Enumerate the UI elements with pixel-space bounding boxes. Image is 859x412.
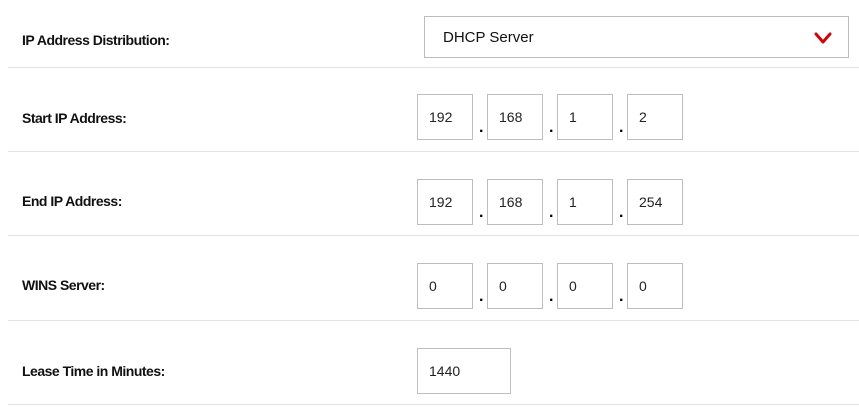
- start-ip-octet-4[interactable]: [627, 94, 683, 140]
- lease-time-label: Lease Time in Minutes:: [22, 363, 165, 379]
- ip-distribution-select[interactable]: DHCP Server: [424, 16, 849, 58]
- end-ip-label: End IP Address:: [22, 193, 122, 209]
- start-ip-octet-1[interactable]: [417, 94, 473, 140]
- wins-server-octet-2[interactable]: [487, 263, 543, 309]
- ip-distribution-row: IP Address Distribution: DHCP Server: [8, 0, 859, 68]
- octet-separator: .: [549, 204, 554, 221]
- lease-time-row: Lease Time in Minutes:: [8, 320, 859, 405]
- start-ip-row: Start IP Address: . . .: [8, 67, 859, 152]
- wins-server-octet-1[interactable]: [417, 263, 473, 309]
- octet-separator: .: [619, 288, 624, 305]
- chevron-down-icon[interactable]: [812, 27, 834, 49]
- octet-separator: .: [549, 288, 554, 305]
- ip-distribution-selected-value: DHCP Server: [443, 29, 534, 46]
- wins-server-octet-4[interactable]: [627, 263, 683, 309]
- wins-server-octet-3[interactable]: [557, 263, 613, 309]
- end-ip-octet-4[interactable]: [627, 179, 683, 225]
- end-ip-octet-3[interactable]: [557, 179, 613, 225]
- end-ip-octet-2[interactable]: [487, 179, 543, 225]
- lease-time-input[interactable]: [417, 348, 511, 394]
- end-ip-octet-1[interactable]: [417, 179, 473, 225]
- octet-separator: .: [479, 204, 484, 221]
- wins-server-label: WINS Server:: [22, 277, 105, 293]
- octet-separator: .: [479, 119, 484, 136]
- octet-separator: .: [549, 119, 554, 136]
- wins-server-row: WINS Server: . . .: [8, 235, 859, 321]
- octet-separator: .: [479, 288, 484, 305]
- octet-separator: .: [619, 119, 624, 136]
- octet-separator: .: [619, 204, 624, 221]
- start-ip-label: Start IP Address:: [22, 110, 127, 126]
- start-ip-octet-3[interactable]: [557, 94, 613, 140]
- end-ip-row: End IP Address: . . .: [8, 151, 859, 236]
- ip-distribution-label: IP Address Distribution:: [22, 32, 170, 48]
- start-ip-octet-2[interactable]: [487, 94, 543, 140]
